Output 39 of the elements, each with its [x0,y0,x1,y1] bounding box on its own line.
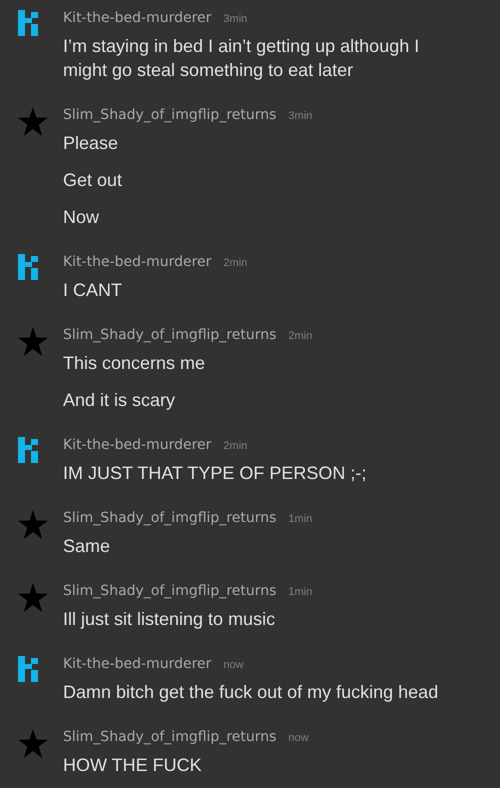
star-icon [18,107,48,136]
username[interactable]: Kit-the-bed-murderer [63,8,212,28]
message-text: I CANT [63,279,124,302]
message-text: Same [63,535,112,558]
timestamp: 1min [288,512,312,527]
message-text: Ill just sit listening to music [63,608,276,631]
message-text: And it is scary [63,389,176,412]
message-text: This concerns me [63,352,206,375]
timestamp: 1min [288,585,312,600]
timestamp: 2min [223,439,248,454]
timestamp: 2min [223,256,248,271]
message-text: Now [63,206,100,229]
message-text: Get out [63,169,124,192]
pixel-k-icon [18,254,38,280]
timestamp: now [223,658,244,673]
username[interactable]: Slim_Shady_of_imgflip_returns [63,581,276,601]
username[interactable]: Slim_Shady_of_imgflip_returns [63,727,276,747]
pixel-k-icon [18,437,38,463]
username[interactable]: Kit-the-bed-murderer [63,654,212,674]
timestamp: 2min [288,329,312,344]
message-text: IM JUST THAT TYPE OF PERSON ;-; [63,462,366,485]
message-text: Damn bitch get the fuck out of my fucking head [63,681,438,704]
message-text: I’m staying in bed I ain’t getting up although I might go steal something to eat later [63,35,420,82]
pixel-k-icon [18,656,38,682]
star-icon [18,327,48,356]
message-text: Please [63,132,120,155]
pixel-k-icon [18,10,38,36]
timestamp: 3min [223,12,248,27]
username[interactable]: Slim_Shady_of_imgflip_returns [63,325,276,345]
timestamp: now [288,731,309,746]
star-icon [18,583,48,612]
username[interactable]: Slim_Shady_of_imgflip_returns [63,508,276,528]
message-text: HOW THE FUCK [63,754,203,777]
username[interactable]: Slim_Shady_of_imgflip_returns [63,105,276,125]
star-icon [18,729,48,758]
username[interactable]: Kit-the-bed-murderer [63,435,212,455]
star-icon [18,510,48,539]
timestamp: 3min [288,109,312,124]
username[interactable]: Kit-the-bed-murderer [63,252,212,272]
